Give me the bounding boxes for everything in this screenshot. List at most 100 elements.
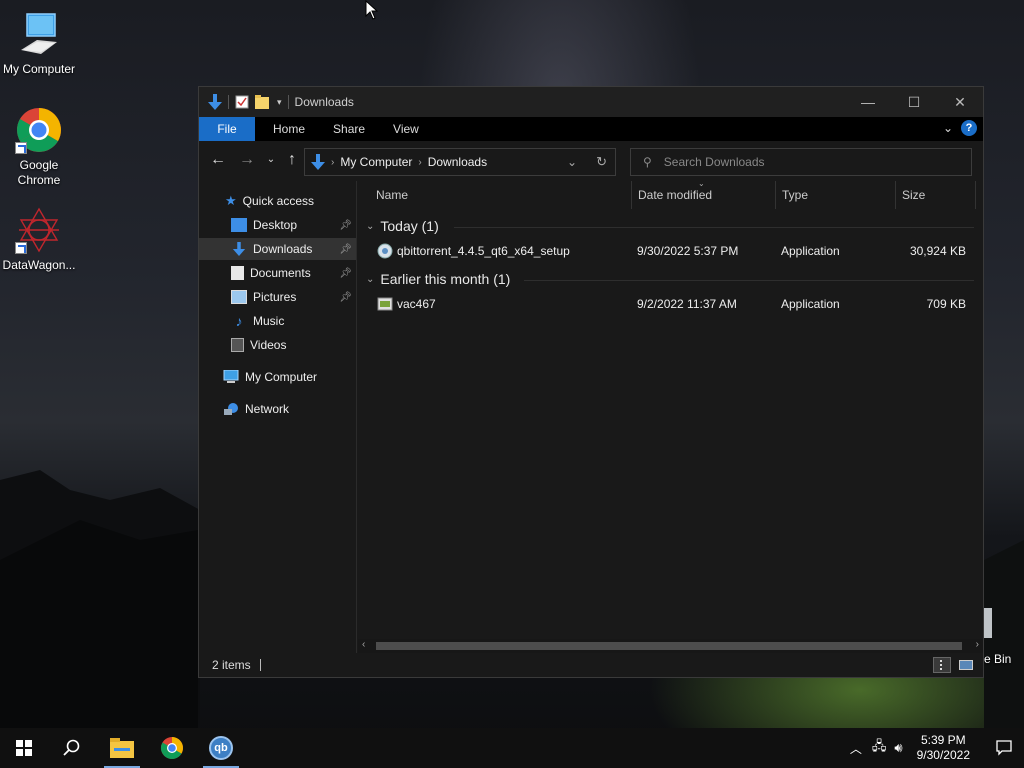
pin-icon[interactable]: 📌︎	[339, 268, 352, 279]
nav-network[interactable]: Network	[223, 398, 289, 420]
search-input[interactable]: Search Downloads	[664, 155, 765, 169]
group-divider	[454, 227, 974, 228]
taskbar-chrome[interactable]	[148, 728, 196, 768]
chrome-icon	[161, 737, 183, 759]
volume-icon[interactable]: 🔊︎	[894, 740, 902, 756]
windows-logo-icon	[16, 740, 32, 756]
horizontal-scrollbar[interactable]: ‹ ›	[358, 639, 983, 653]
help-icon[interactable]: ?	[961, 120, 977, 136]
details-view-button[interactable]	[933, 657, 951, 673]
tab-file[interactable]: File	[199, 117, 255, 141]
pin-icon[interactable]: 📌︎	[339, 220, 352, 231]
properties-icon[interactable]	[235, 95, 249, 109]
nav-item-desktop[interactable]: Desktop 📌︎	[199, 214, 356, 236]
search-icon: ⚲	[643, 155, 652, 169]
expand-ribbon-icon[interactable]: ⌄	[943, 121, 953, 135]
address-bar[interactable]: › My Computer › Downloads ⌄ ↻	[304, 148, 616, 176]
desktop-icon-label: My Computer	[2, 62, 76, 76]
computer-icon	[15, 10, 63, 58]
breadcrumb-separator-icon[interactable]: ›	[418, 157, 421, 168]
breadcrumb-my-computer[interactable]: My Computer	[340, 155, 412, 169]
group-header-earlier-this-month[interactable]: ⌄ Earlier this month (1)	[366, 271, 510, 287]
file-explorer-icon	[110, 738, 134, 758]
taskbar-qbittorrent[interactable]: qb	[197, 728, 245, 768]
tab-home[interactable]: Home	[259, 117, 319, 141]
network-status-icon[interactable]: 🖧︎	[872, 737, 887, 759]
close-button[interactable]: ✕	[937, 87, 983, 117]
nav-item-documents[interactable]: Documents 📌︎	[199, 262, 356, 284]
collapse-chevron-icon[interactable]: ⌄	[366, 221, 374, 232]
nav-label: Quick access	[242, 194, 315, 208]
column-header-type[interactable]: Type	[776, 181, 896, 209]
search-button[interactable]	[48, 728, 96, 768]
qbittorrent-icon: qb	[209, 736, 233, 760]
group-header-today[interactable]: ⌄ Today (1)	[366, 218, 439, 234]
chrome-icon	[15, 106, 63, 154]
breadcrumb-separator-icon[interactable]: ›	[331, 157, 334, 168]
recent-locations-button[interactable]: ⌄	[261, 154, 281, 165]
star-icon: ★	[225, 193, 237, 208]
column-label: Size	[902, 188, 926, 202]
nav-item-videos[interactable]: Videos	[199, 334, 356, 356]
tab-share[interactable]: Share	[319, 117, 379, 141]
scroll-left-icon[interactable]: ‹	[362, 639, 365, 650]
status-bar: 2 items	[199, 653, 983, 677]
scrollbar-thumb[interactable]	[376, 642, 962, 650]
back-button[interactable]: ←	[208, 151, 228, 169]
file-row[interactable]: qbittorrent_4.4.5_qt6_x64_setup 9/30/202…	[358, 240, 978, 262]
desktop-icon-my-computer[interactable]: My Computer	[0, 10, 78, 77]
notification-icon	[996, 740, 1012, 756]
nav-my-computer[interactable]: My Computer	[223, 366, 317, 388]
download-arrow-icon	[311, 154, 325, 170]
qbittorrent-installer-icon	[377, 243, 393, 259]
taskbar-file-explorer[interactable]	[98, 728, 146, 768]
breadcrumb-downloads[interactable]: Downloads	[428, 155, 487, 169]
ribbon-tabs: File Home Share View ⌄ ?	[199, 117, 983, 141]
file-date: 9/2/2022 11:37 AM	[637, 297, 737, 311]
column-label: Date modified	[638, 188, 713, 202]
nav-quick-access[interactable]: ★ Quick access	[225, 190, 314, 212]
scroll-right-icon[interactable]: ›	[976, 639, 979, 650]
desktop-icon-label: Google Chrome	[17, 158, 61, 187]
download-arrow-icon	[208, 94, 222, 110]
column-header-date-modified[interactable]: ⌄ Date modified	[632, 179, 776, 209]
column-header-size[interactable]: Size	[896, 181, 976, 209]
clock-time: 5:39 PM	[920, 733, 966, 747]
up-button[interactable]: ↑	[282, 151, 302, 169]
title-bar[interactable]: ▾ Downloads — ☐ ✕	[199, 87, 983, 117]
documents-icon	[231, 266, 244, 280]
nav-item-pictures[interactable]: Pictures 📌︎	[199, 286, 356, 308]
file-type: Application	[781, 244, 840, 258]
navigation-bar: ← → ⌄ ↑ › My Computer › Downloads ⌄ ↻ ⚲ …	[199, 141, 983, 181]
desktop-icon-recycle-bin[interactable]: e Bin	[982, 608, 1011, 666]
clock[interactable]: 5:39 PM 9/30/2022	[917, 733, 970, 763]
maximize-button[interactable]: ☐	[891, 87, 937, 117]
show-hidden-icons-chevron-icon[interactable]: ︿	[850, 740, 862, 757]
network-icon	[224, 403, 238, 415]
refresh-icon[interactable]: ↻	[596, 154, 607, 170]
start-button[interactable]	[0, 728, 48, 768]
large-icons-view-button[interactable]	[957, 657, 975, 673]
search-box[interactable]: ⚲ Search Downloads	[630, 148, 972, 176]
desktop-icon-datawagon[interactable]: DataWagon...	[0, 206, 78, 273]
nav-item-music[interactable]: ♪ Music	[199, 310, 356, 332]
group-label: Today (1)	[380, 218, 439, 234]
pin-icon[interactable]: 📌︎	[339, 292, 352, 303]
pin-icon[interactable]: 📌︎	[339, 244, 352, 255]
customize-toolbar-icon[interactable]: ▾	[277, 97, 282, 108]
address-dropdown-icon[interactable]: ⌄	[567, 155, 577, 169]
quick-access-toolbar: ▾	[199, 94, 289, 110]
group-label: Earlier this month (1)	[380, 271, 511, 287]
nav-item-downloads[interactable]: Downloads 📌︎	[199, 238, 356, 260]
minimize-button[interactable]: —	[845, 87, 891, 117]
tab-view[interactable]: View	[379, 117, 433, 141]
action-center-button[interactable]	[984, 728, 1024, 768]
collapse-chevron-icon[interactable]: ⌄	[366, 274, 374, 285]
desktop-icon-google-chrome[interactable]: Google Chrome	[0, 106, 78, 188]
item-count: 2 items	[212, 658, 251, 672]
column-header-name[interactable]: Name	[370, 181, 632, 209]
file-row[interactable]: vac467 9/2/2022 11:37 AM Application 709…	[358, 293, 978, 315]
clock-date: 9/30/2022	[916, 748, 970, 762]
new-folder-icon[interactable]	[255, 95, 271, 109]
forward-button[interactable]: →	[237, 151, 257, 169]
